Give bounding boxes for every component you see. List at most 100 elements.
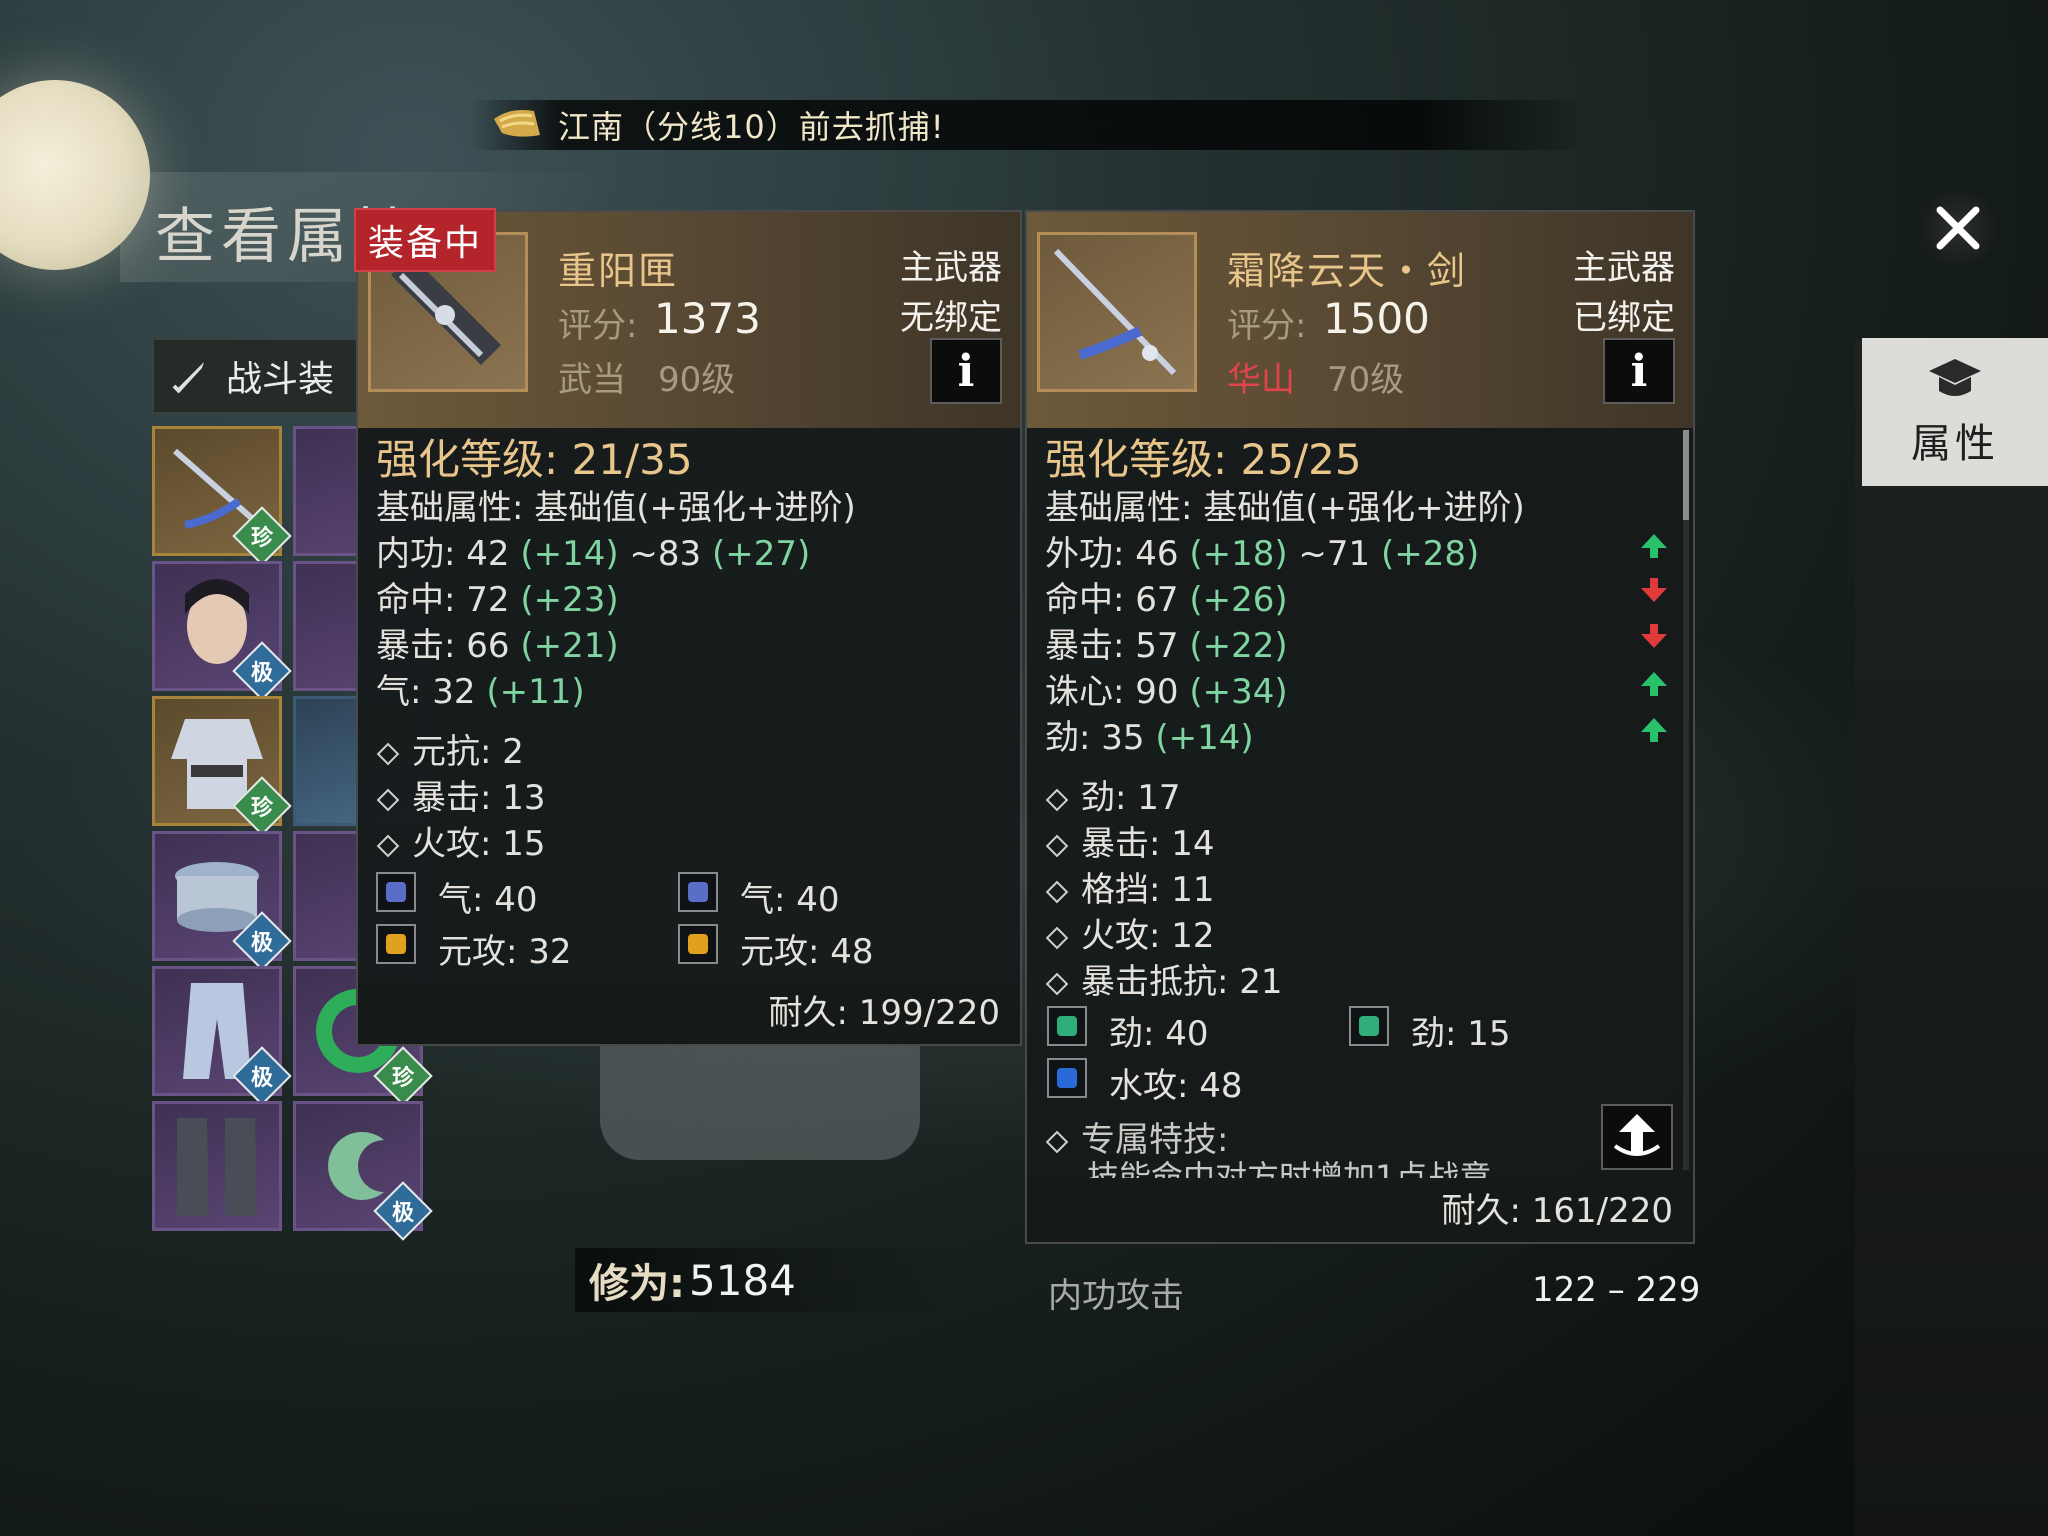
enhance-level: 强化等级: 21/35: [376, 435, 693, 484]
stat-line: 劲: 35 (+14): [1045, 718, 1254, 758]
slot-boots[interactable]: [152, 1101, 282, 1231]
school-label: 华山: [1227, 360, 1295, 400]
info-icon: i: [957, 345, 975, 397]
battle-gear-tab-label: 战斗装: [226, 359, 335, 400]
special-skill-desc: 技能命中对方时增加1点战意: [1087, 1158, 1492, 1178]
slot-pendant[interactable]: 极: [293, 1101, 433, 1241]
tab-attributes-label: 属性: [1911, 421, 1999, 467]
gem-stat: 元攻: 32: [438, 932, 572, 972]
slot-face[interactable]: 极: [152, 561, 292, 701]
close-icon: [1936, 206, 1980, 250]
scrollbar[interactable]: [1683, 430, 1689, 1170]
score-value: 1500: [1323, 294, 1430, 343]
extra-stat: 暴击抵抗: 21: [1045, 954, 1283, 1003]
up-arrow-icon: [1650, 732, 1658, 742]
score-label: 评分:: [558, 306, 638, 346]
item-name: 重阳匣: [558, 249, 679, 293]
equipped-tag: 装备中: [354, 208, 497, 272]
stat-line: 暴击: 66 (+21): [376, 626, 619, 666]
right-tab-panel: [1855, 340, 2048, 1536]
item-card-equipped: 装备中 重阳匣 评分: 1373 武当 90级 主武器 无绑定 i 强化等级: …: [354, 208, 1022, 1046]
special-skill-title: 专属特技:: [1045, 1112, 1228, 1161]
sword-item-icon: [1053, 248, 1177, 376]
horn-icon: [494, 110, 540, 137]
special-skill-desc-clip: 技能命中对方时增加1点战意: [1067, 1156, 1627, 1178]
info-button[interactable]: i: [1603, 338, 1675, 404]
durability: 耐久: 199/220: [768, 993, 1000, 1033]
gem-icon: [1349, 1006, 1389, 1046]
gem-stat: 水攻: 48: [1109, 1066, 1243, 1106]
cultivation-value: 5184: [689, 1255, 796, 1305]
item-icon-frame: [1037, 232, 1197, 392]
enhance-level: 强化等级: 25/25: [1045, 435, 1362, 484]
extra-stat: 暴击: 13: [376, 770, 546, 819]
down-arrow-icon: [1650, 624, 1658, 634]
stat-line: 暴击: 57 (+22): [1045, 626, 1288, 666]
extra-stat: 格挡: 11: [1045, 862, 1215, 911]
slot-leggings[interactable]: 极: [152, 966, 292, 1106]
gem-stat: 劲: 15: [1411, 1014, 1511, 1054]
up-arrow-icon: [1641, 534, 1667, 548]
item-name: 霜降云天・剑: [1227, 249, 1468, 293]
gem-icon: [678, 872, 718, 912]
notice-bar: 江南（分线10）前去抓捕!: [470, 100, 1590, 150]
item-card-compare: 霜降云天・剑 评分: 1500 华山 70级 主武器 已绑定 i 强化等级: 2…: [1025, 210, 1695, 1244]
stat-line: 诛心: 90 (+34): [1045, 672, 1288, 712]
up-arrow-icon: [1650, 686, 1658, 696]
stat-line: 命中: 67 (+26): [1045, 580, 1288, 620]
scrollbar-thumb[interactable]: [1683, 430, 1689, 520]
score-label: 评分:: [1227, 306, 1307, 346]
level-label: 70级: [1327, 360, 1405, 400]
up-arrow-icon: [1641, 672, 1667, 686]
battle-gear-tab[interactable]: 战斗装: [152, 338, 362, 414]
durability: 耐久: 161/220: [1441, 1191, 1673, 1231]
slot-type-label: 主武器: [900, 248, 1002, 288]
stat-label-internal-attack: 内功攻击: [1048, 1276, 1184, 1316]
skill-icon: [1613, 1114, 1661, 1156]
gem-stat: 气: 40: [438, 880, 538, 920]
up-arrow-icon: [1641, 718, 1667, 732]
stat-value-internal-attack: 122 – 229: [1532, 1270, 1701, 1310]
extra-stat: 火攻: 12: [1045, 908, 1215, 957]
notice-text: 江南（分线10）前去抓捕!: [558, 108, 945, 146]
extra-stat: 火攻: 15: [376, 816, 546, 865]
slot-weapon[interactable]: 珍: [152, 426, 292, 566]
sword-icon: [172, 362, 204, 394]
base-attr-title: 基础属性: 基础值(+强化+进阶): [1045, 488, 1525, 528]
down-arrow-icon: [1641, 588, 1667, 602]
cultivation-label: 修为:: [589, 1261, 685, 1307]
boots-item-icon: [177, 1118, 257, 1216]
info-button[interactable]: i: [930, 338, 1002, 404]
stat-line: 气: 32 (+11): [376, 672, 585, 712]
scholar-cap-icon: [1929, 359, 1981, 396]
gem-stat: 气: 40: [740, 880, 840, 920]
slot-type-label: 主武器: [1573, 248, 1675, 288]
cultivation-box: 修为: 5184: [575, 1248, 949, 1312]
slot-belt[interactable]: 极: [152, 831, 292, 971]
stat-line: 命中: 72 (+23): [376, 580, 619, 620]
tab-attributes[interactable]: 属性: [1862, 338, 2048, 486]
info-icon: i: [1630, 345, 1648, 397]
extra-stat: 元抗: 2: [376, 724, 524, 773]
base-attr-title: 基础属性: 基础值(+强化+进阶): [376, 488, 856, 528]
close-button[interactable]: [1920, 190, 1996, 266]
level-label: 90级: [658, 360, 736, 400]
gem-icon: [1047, 1006, 1087, 1046]
up-arrow-icon: [1650, 548, 1658, 558]
slot-armor[interactable]: 珍: [152, 696, 292, 836]
gem-icon: [376, 872, 416, 912]
down-arrow-icon: [1650, 578, 1658, 588]
gem-icon: [678, 924, 718, 964]
extra-stat: 劲: 17: [1045, 770, 1181, 819]
gem-stat: 劲: 40: [1109, 1014, 1209, 1054]
down-arrow-icon: [1641, 634, 1667, 648]
gem-stat: 元攻: 48: [740, 932, 874, 972]
gem-icon: [1047, 1058, 1087, 1098]
extra-stat: 暴击: 14: [1045, 816, 1215, 865]
stat-line: 内功: 42 (+14) ~83 (+27): [376, 534, 811, 574]
bind-state-label: 已绑定: [1573, 298, 1675, 338]
stat-line: 外功: 46 (+18) ~71 (+28): [1045, 534, 1480, 574]
skill-button[interactable]: [1601, 1104, 1673, 1170]
gem-icon: [376, 924, 416, 964]
score-value: 1373: [654, 294, 761, 343]
